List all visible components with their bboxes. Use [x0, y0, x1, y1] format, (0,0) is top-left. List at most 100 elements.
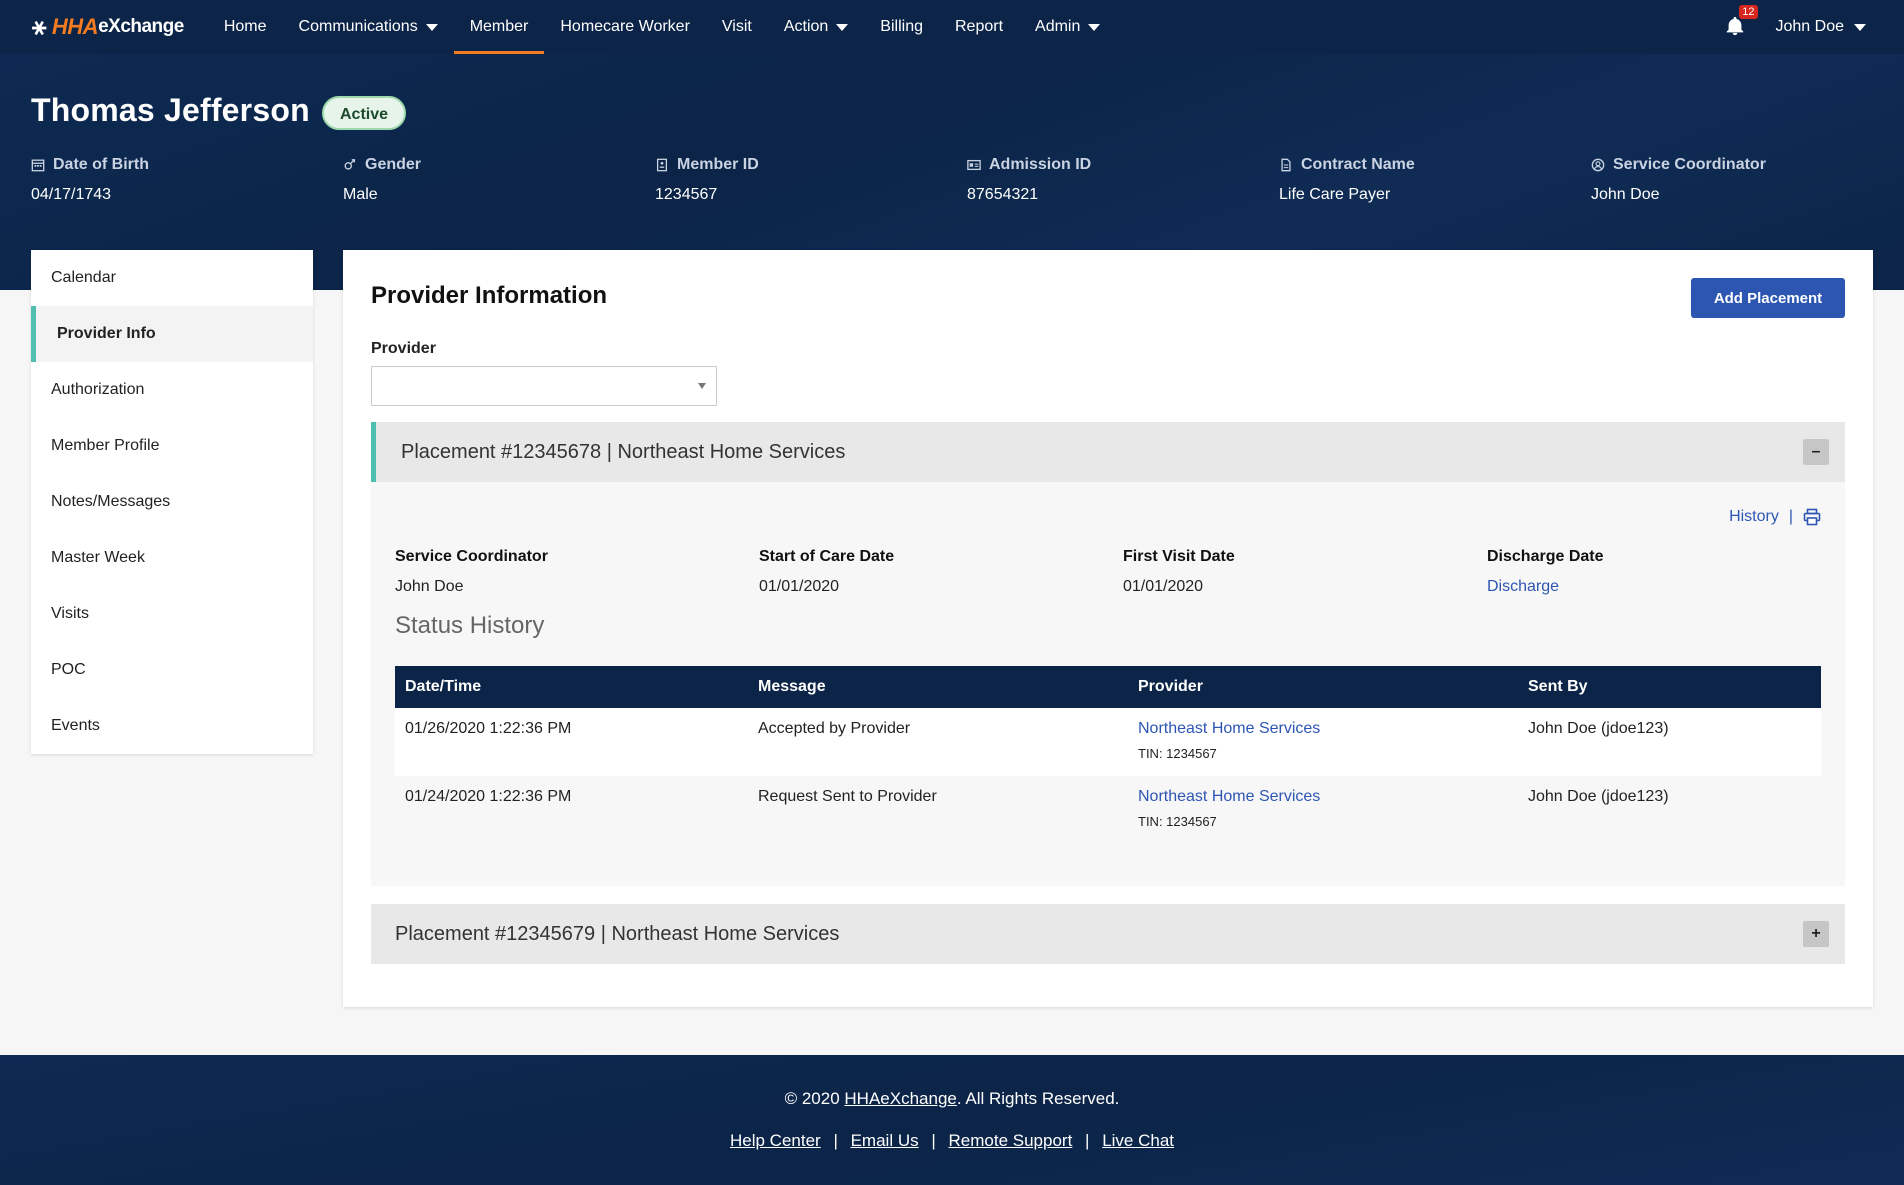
sidebar-item-events[interactable]: Events [31, 698, 313, 754]
dob-value: 04/17/1743 [31, 186, 112, 203]
id-card-icon [967, 159, 981, 171]
nav-communications[interactable]: Communications [283, 0, 454, 54]
live-chat-link[interactable]: Live Chat [1102, 1131, 1174, 1150]
nav-homecare-worker[interactable]: Homecare Worker [544, 0, 706, 54]
footer-links: Help Center | Email Us | Remote Support … [0, 1131, 1904, 1151]
start-of-care-field: Start of Care Date 01/01/2020 [759, 548, 894, 596]
separator: | [1788, 508, 1793, 525]
service-coordinator-field: Service Coordinator John Doe [395, 548, 548, 596]
table-row: 01/24/2020 1:22:36 PM Request Sent to Pr… [395, 776, 1821, 844]
table-row: 01/26/2020 1:22:36 PM Accepted by Provid… [395, 708, 1821, 776]
nav-report[interactable]: Report [939, 0, 1019, 54]
table-header-row: Date/Time Message Provider Sent By [395, 666, 1821, 708]
history-link[interactable]: History [1729, 508, 1779, 526]
nav-home[interactable]: Home [208, 0, 283, 54]
sidebar-item-label: Member Profile [51, 437, 160, 454]
nav-visit[interactable]: Visit [706, 0, 768, 54]
nav-admin-label: Admin [1035, 18, 1081, 35]
sidebar-item-provider-info[interactable]: Provider Info [31, 306, 313, 362]
nav-action-label: Action [783, 18, 829, 35]
caret-down-icon [836, 23, 849, 31]
cell-provider: Northeast Home Services TIN: 1234567 [1128, 708, 1518, 776]
nav-homecare-worker-label: Homecare Worker [560, 18, 690, 35]
field-label: Start of Care Date [759, 548, 895, 565]
copyright-prefix: © 2020 [784, 1089, 840, 1108]
nav-billing-label: Billing [880, 18, 923, 35]
placement-header-12345678[interactable]: Placement #12345678 | Northeast Home Ser… [371, 422, 1845, 482]
placement-title: Placement #12345679 | Northeast Home Ser… [395, 922, 840, 945]
sidebar-item-label: Master Week [51, 549, 145, 566]
document-icon [1281, 158, 1291, 172]
notification-count-badge: 12 [1739, 5, 1758, 19]
separator: | [931, 1131, 936, 1150]
discharge-link[interactable]: Discharge [1487, 578, 1604, 596]
gender-label: Gender [365, 156, 422, 173]
print-icon[interactable] [1803, 508, 1821, 526]
page-title: Provider Information [371, 282, 608, 309]
separator: | [833, 1131, 838, 1150]
email-us-link[interactable]: Email Us [851, 1131, 919, 1150]
dob-block: Date of Birth 04/17/1743 [31, 156, 149, 204]
collapse-button[interactable]: – [1803, 439, 1829, 465]
column-header: Sent By [1518, 666, 1821, 708]
status-badge: Active [322, 96, 407, 130]
contract-label: Contract Name [1301, 156, 1415, 173]
admission-id-block: Admission ID 87654321 [967, 156, 1091, 204]
hhaexchange-logo[interactable]: ⚹ HHA eXchange [32, 0, 184, 54]
column-header: Date/Time [395, 666, 748, 708]
admission-id-value: 87654321 [967, 186, 1039, 203]
sidebar-item-label: Visits [51, 605, 89, 622]
nav-right: 12 John Doe [1724, 0, 1866, 54]
provider-label: Provider [371, 340, 436, 357]
dob-label-row: Date of Birth [31, 156, 149, 174]
field-label: Service Coordinator [395, 548, 548, 565]
sidebar-item-label: Notes/Messages [51, 493, 171, 510]
hhaexchange-link[interactable]: HHAeXchange [844, 1089, 956, 1108]
help-center-link[interactable]: Help Center [730, 1131, 821, 1150]
member-id-label-row: Member ID [655, 156, 759, 174]
caret-down-icon [1088, 23, 1101, 31]
remote-support-link[interactable]: Remote Support [949, 1131, 1073, 1150]
user-menu[interactable]: John Doe [1776, 18, 1866, 36]
coordinator-label-row: Service Coordinator [1591, 156, 1766, 174]
expand-button[interactable]: + [1803, 921, 1829, 947]
sidebar-item-visits[interactable]: Visits [31, 586, 313, 642]
cell-datetime: 01/24/2020 1:22:36 PM [395, 776, 748, 844]
provider-link[interactable]: Northeast Home Services [1138, 788, 1508, 806]
notifications-button[interactable]: 12 [1724, 5, 1758, 39]
copyright: © 2020 HHAeXchange. All Rights Reserved. [0, 1089, 1904, 1109]
sidebar-item-notes-messages[interactable]: Notes/Messages [31, 474, 313, 530]
coordinator-label: Service Coordinator [1613, 156, 1766, 173]
nav-member[interactable]: Member [453, 0, 545, 54]
member-id-block: Member ID 1234567 [655, 156, 759, 204]
nav-admin[interactable]: Admin [1019, 0, 1116, 54]
admission-id-label-row: Admission ID [967, 156, 1091, 174]
nav-action[interactable]: Action [768, 0, 864, 54]
discharge-field: Discharge Date Discharge [1487, 548, 1604, 596]
placement-details: History | Service Coordinator John Doe S… [371, 482, 1845, 886]
gender-label-row: Gender [343, 156, 421, 174]
provider-select[interactable] [371, 366, 717, 406]
provider-link[interactable]: Northeast Home Services [1138, 720, 1508, 738]
nav-communications-label: Communications [298, 18, 418, 35]
nav-report-label: Report [954, 18, 1004, 35]
sidebar-item-poc[interactable]: POC [31, 642, 313, 698]
cell-message: Request Sent to Provider [748, 776, 1128, 844]
sidebar-item-master-week[interactable]: Master Week [31, 530, 313, 586]
gender-block: Gender Male [343, 156, 421, 204]
status-history-table: Date/Time Message Provider Sent By 01/26… [395, 666, 1821, 844]
admission-id-label: Admission ID [989, 156, 1092, 173]
sidebar-item-label: Provider Info [57, 325, 156, 342]
sidebar-item-calendar[interactable]: Calendar [31, 250, 313, 306]
sidebar-item-label: Authorization [51, 381, 145, 398]
sidebar-item-label: Calendar [51, 269, 116, 286]
sidebar-item-authorization[interactable]: Authorization [31, 362, 313, 418]
nav-billing[interactable]: Billing [864, 0, 939, 54]
field-value: John Doe [395, 578, 464, 595]
gender-value: Male [343, 186, 378, 203]
placement-header-12345679[interactable]: Placement #12345679 | Northeast Home Ser… [371, 904, 1845, 964]
logo-exchange-text: eXchange [98, 16, 184, 37]
add-placement-button[interactable]: Add Placement [1691, 278, 1845, 318]
field-label: Discharge Date [1487, 548, 1604, 565]
sidebar-item-member-profile[interactable]: Member Profile [31, 418, 313, 474]
